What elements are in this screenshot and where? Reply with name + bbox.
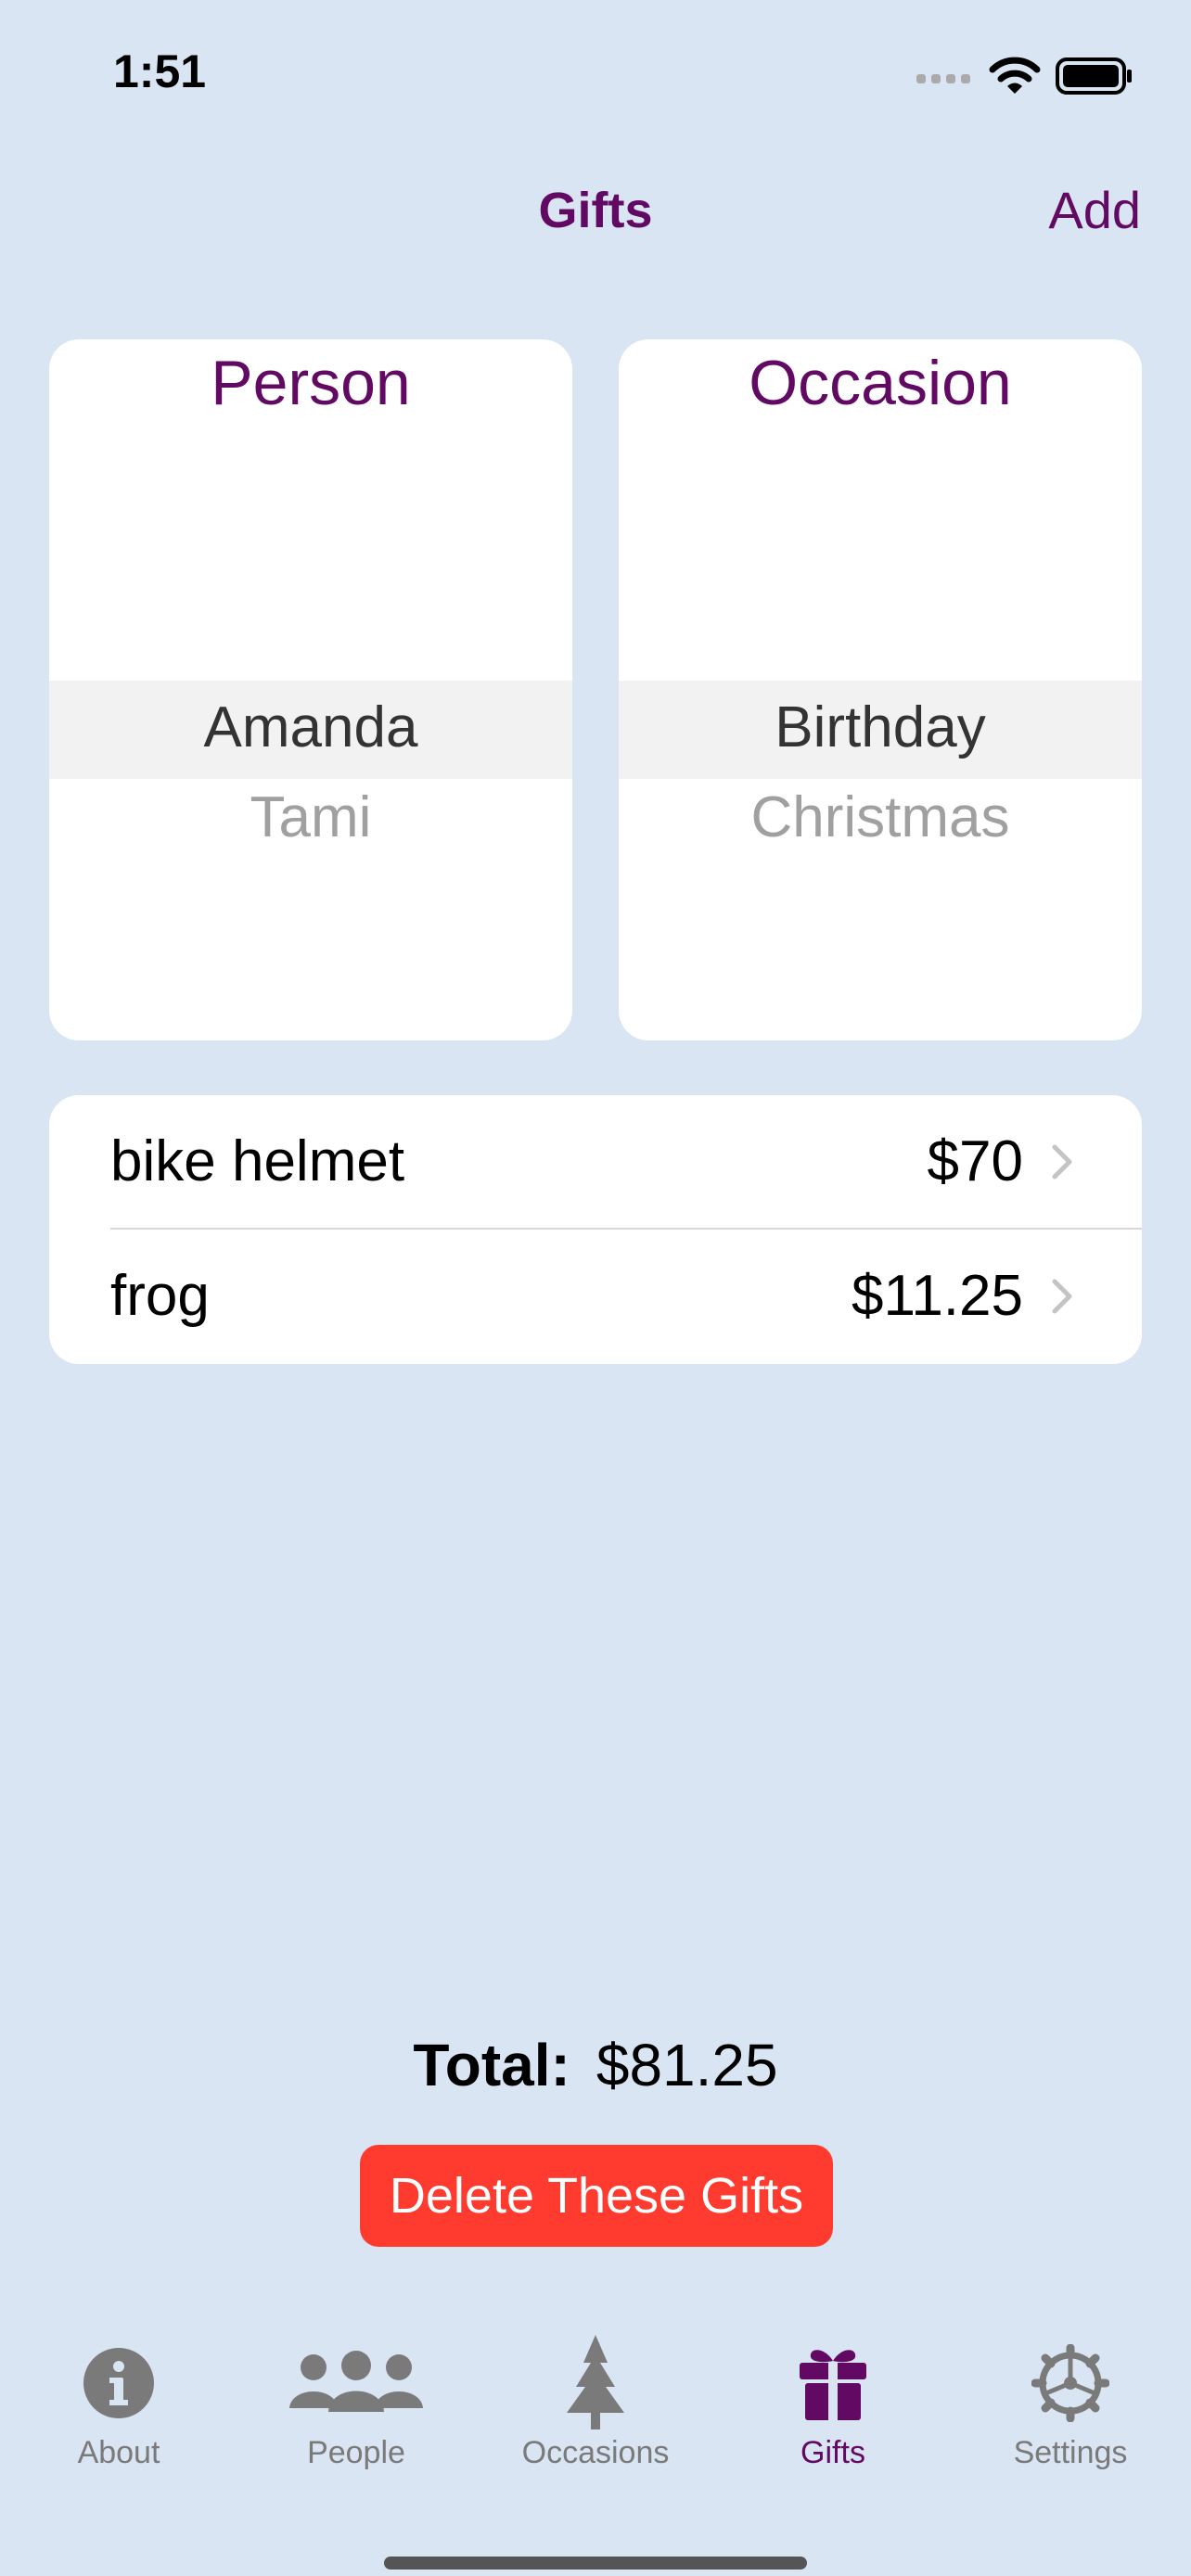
tab-settings[interactable]: Settings: [968, 2337, 1172, 2494]
total-label: Total:: [413, 2032, 570, 2098]
tab-about[interactable]: About: [17, 2337, 221, 2494]
tree-icon: [567, 2335, 624, 2429]
tab-label: About: [77, 2435, 160, 2470]
gift-price: $11.25: [851, 1264, 1023, 1328]
occasion-picker-title: Occasion: [749, 348, 1012, 418]
occasion-picker-option[interactable]: Christmas: [619, 784, 1142, 850]
gift-name: frog: [110, 1264, 210, 1328]
add-button[interactable]: Add: [1048, 180, 1141, 240]
total-value: $81.25: [596, 2032, 778, 2098]
gift-row[interactable]: bike helmet $70: [49, 1095, 1142, 1230]
occasion-picker-selected[interactable]: Birthday: [619, 695, 1142, 760]
tab-occasions[interactable]: Occasions: [493, 2335, 698, 2494]
status-icons: [916, 52, 1133, 100]
cellular-signal-icon: [916, 74, 970, 83]
info-icon: [83, 2348, 154, 2418]
gift-row[interactable]: frog $11.25: [49, 1230, 1142, 1364]
delete-gifts-button[interactable]: Delete These Gifts: [360, 2145, 833, 2247]
gift-name: bike helmet: [110, 1129, 405, 1193]
wifi-icon: [989, 57, 1041, 94]
occasion-picker[interactable]: Occasion Birthday Christmas: [619, 339, 1142, 1040]
total-row: Total: $81.25: [0, 2031, 1191, 2099]
battery-icon: [1056, 57, 1132, 95]
person-picker-option[interactable]: Tami: [49, 784, 572, 850]
tab-label: Occasions: [521, 2435, 670, 2470]
gear-icon: [1031, 2344, 1109, 2422]
tab-label: Settings: [1013, 2435, 1128, 2470]
tab-gifts[interactable]: Gifts: [731, 2337, 935, 2494]
gift-price: $70: [927, 1129, 1023, 1193]
person-picker[interactable]: Person Amanda Tami: [49, 339, 572, 1040]
gift-icon: [800, 2350, 866, 2420]
home-indicator[interactable]: [384, 2557, 807, 2570]
chevron-right-icon: [1052, 1279, 1072, 1314]
person-picker-selected[interactable]: Amanda: [49, 695, 572, 760]
people-icon: [289, 2351, 423, 2412]
tab-label: People: [307, 2435, 405, 2470]
tab-people[interactable]: People: [254, 2337, 458, 2494]
tab-label: Gifts: [800, 2435, 865, 2470]
person-picker-title: Person: [211, 348, 411, 418]
status-time: 1:51: [113, 45, 207, 97]
chevron-right-icon: [1052, 1144, 1072, 1180]
gift-list: bike helmet $70 frog $11.25: [49, 1095, 1142, 1364]
page-title: Gifts: [538, 183, 653, 238]
